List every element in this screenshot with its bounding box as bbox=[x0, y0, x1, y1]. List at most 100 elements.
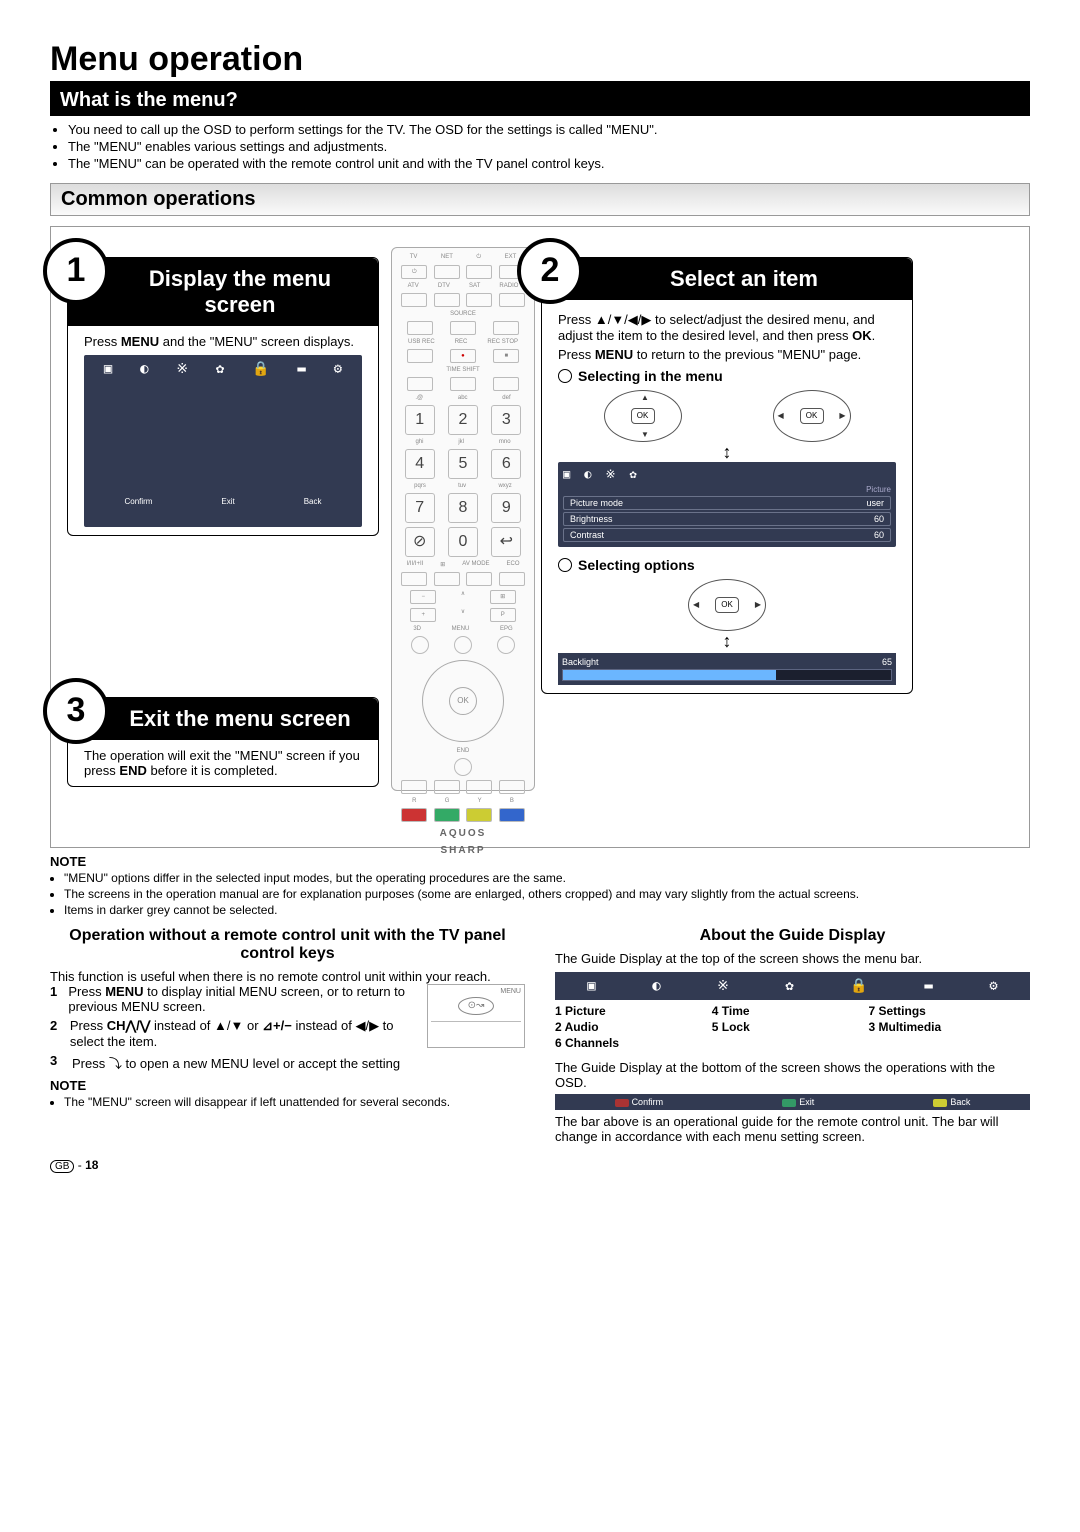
panel-step-1: 1 Press MENU to display initial MENU scr… bbox=[50, 984, 421, 1014]
step-number: 1 bbox=[50, 984, 60, 1014]
label: END bbox=[457, 748, 470, 754]
lock-icon: 🔒 bbox=[252, 361, 269, 377]
note-item: Items in darker grey cannot be selected. bbox=[64, 903, 1030, 917]
green-key-icon bbox=[782, 1099, 796, 1107]
dpad-horizontal: ◀ ▶ OK bbox=[773, 390, 851, 442]
multimedia-icon: ※ bbox=[717, 978, 729, 994]
cross-up-icon: ∧ bbox=[461, 590, 465, 604]
step-number: 1 bbox=[43, 238, 109, 304]
time-icon: ✿ bbox=[785, 978, 793, 994]
key-7: 7 bbox=[405, 493, 435, 523]
label: TIME SHIFT bbox=[446, 367, 479, 373]
step-3-block: 3 Exit the menu screen The operation wil… bbox=[67, 697, 379, 787]
end-button bbox=[454, 758, 472, 776]
cross-down-icon: ∨ bbox=[461, 608, 465, 622]
text: Press bbox=[558, 347, 595, 362]
channels-icon: ▬ bbox=[924, 978, 932, 994]
menu-key: MENU bbox=[105, 984, 143, 999]
remote-button bbox=[434, 780, 460, 794]
guide-icon-bar: ▣ ◐ ※ ✿ 🔒 ▬ ⚙ bbox=[555, 972, 1030, 1000]
operations-bar: Confirm Exit Back bbox=[555, 1094, 1030, 1110]
note-heading: NOTE bbox=[50, 1078, 525, 1093]
panel-step-3: 3 Press ⤵ to open a new MENU level or ac… bbox=[50, 1053, 525, 1072]
note-item: The screens in the operation manual are … bbox=[64, 887, 1030, 901]
legend-item: 5 Lock bbox=[712, 1020, 869, 1034]
ch-button: ⊞ bbox=[490, 590, 516, 604]
label: .@ bbox=[415, 395, 423, 401]
text: and the "MENU" screen displays. bbox=[159, 334, 354, 349]
dpad: OK bbox=[422, 660, 504, 742]
value: 60 bbox=[874, 530, 884, 540]
remote-button bbox=[407, 321, 433, 335]
label: REC bbox=[455, 339, 468, 345]
selecting-in-menu-heading: Selecting in the menu bbox=[558, 368, 896, 384]
remote-button bbox=[499, 572, 525, 586]
time-icon: ✿ bbox=[630, 467, 637, 481]
selecting-options-heading: Selecting options bbox=[558, 557, 896, 573]
key-0: 0 bbox=[448, 527, 478, 557]
channels-icon: ▬ bbox=[297, 361, 305, 377]
bidirection-arrow-icon: ↕ bbox=[558, 446, 896, 458]
left-column: Operation without a remote control unit … bbox=[50, 927, 525, 1144]
label: tuv bbox=[458, 483, 466, 489]
panel-intro: This function is useful when there is no… bbox=[50, 969, 525, 984]
label: ⊞ bbox=[440, 561, 445, 568]
legend-item: 4 Time bbox=[712, 1004, 869, 1018]
label: Y bbox=[478, 798, 482, 804]
bidirection-arrow-icon: ↕ bbox=[558, 635, 896, 647]
step-1-block: 1 Display the menu screen Press MENU and… bbox=[67, 257, 379, 536]
slider-track bbox=[562, 669, 892, 681]
backlight-label: Backlight bbox=[562, 657, 599, 667]
red-key-icon bbox=[615, 1099, 629, 1107]
guide-p1: The Guide Display at the top of the scre… bbox=[555, 951, 1030, 966]
picture-icon: ▣ bbox=[104, 361, 112, 377]
confirm-label: Confirm bbox=[124, 497, 152, 506]
osd-row: Picture modeuser bbox=[563, 496, 891, 510]
text: . bbox=[872, 328, 876, 343]
ok-button: OK bbox=[449, 687, 477, 715]
tv-panel-diagram: MENU ⊙↝ bbox=[427, 984, 525, 1048]
remote-button bbox=[466, 780, 492, 794]
text: Press bbox=[70, 1018, 107, 1033]
remote-button bbox=[450, 321, 476, 335]
guide-p2: The Guide Display at the bottom of the s… bbox=[555, 1060, 1030, 1090]
remote-control-diagram: TV NET ⏻ EXT ⏻ ATV DTV SAT RADIO SOURCE … bbox=[391, 247, 535, 791]
op-back: Back bbox=[950, 1097, 970, 1107]
label: I/II/I+II bbox=[406, 561, 423, 568]
bullet: You need to call up the OSD to perform s… bbox=[68, 122, 1030, 137]
dpad-vertical: ▲ ▼ OK bbox=[604, 390, 682, 442]
label: USB REC bbox=[408, 339, 435, 345]
step-number: 2 bbox=[50, 1018, 62, 1049]
label: ATV bbox=[408, 283, 419, 289]
op-exit: Exit bbox=[799, 1097, 814, 1107]
osd-row: Brightness60 bbox=[563, 512, 891, 526]
lock-icon: 🔒 bbox=[850, 978, 867, 994]
ok-label: OK bbox=[800, 408, 824, 424]
label: SOURCE bbox=[450, 311, 476, 317]
settings-icon: ⚙ bbox=[334, 361, 342, 377]
section-common-operations: Common operations bbox=[50, 183, 1030, 216]
label: AV MODE bbox=[462, 561, 489, 568]
round-button bbox=[411, 636, 429, 654]
text: Press bbox=[84, 334, 121, 349]
key-mute: ⊘ bbox=[405, 527, 435, 557]
round-button bbox=[497, 636, 515, 654]
page-number: 18 bbox=[85, 1158, 98, 1172]
key-6: 6 bbox=[491, 449, 521, 479]
label: jkl bbox=[458, 439, 464, 445]
section-what-is-menu: What is the menu? bbox=[50, 85, 1030, 116]
osd-bottom-bar: Confirm Exit Back bbox=[90, 497, 356, 506]
label: abc bbox=[458, 395, 468, 401]
ok-label: OK bbox=[715, 597, 739, 613]
guide-display-heading: About the Guide Display bbox=[555, 927, 1030, 945]
label: Contrast bbox=[570, 530, 604, 540]
text: to return to the previous "MENU" page. bbox=[633, 347, 861, 362]
remote-button bbox=[434, 265, 460, 279]
key-8: 8 bbox=[448, 493, 478, 523]
picture-icon: ▣ bbox=[587, 978, 595, 994]
right-arrow-icon: ▶ bbox=[755, 600, 761, 609]
key-3: 3 bbox=[491, 405, 521, 435]
key-2: 2 bbox=[448, 405, 478, 435]
legend-item: 3 Multimedia bbox=[869, 1020, 1026, 1034]
ch-key: CH⋀/⋁ bbox=[107, 1018, 151, 1033]
